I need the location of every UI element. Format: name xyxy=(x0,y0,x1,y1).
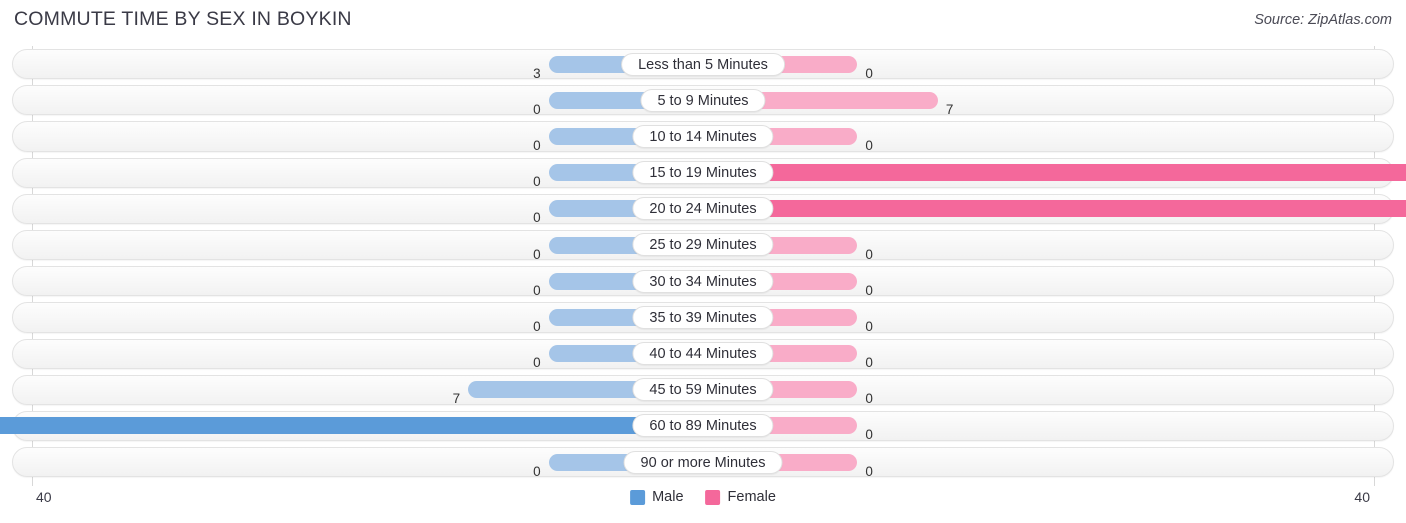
male-value-label: 0 xyxy=(533,210,541,226)
row-bars: 0 0 30 to 34 Minutes xyxy=(32,263,1374,299)
category-label: 45 to 59 Minutes xyxy=(632,378,774,402)
category-label: 60 to 89 Minutes xyxy=(632,414,774,438)
female-value-label: 7 xyxy=(945,101,954,117)
row-bars: 0 0 35 to 39 Minutes xyxy=(32,299,1374,335)
bar-row: 0 0 10 to 14 Minutes xyxy=(0,118,1406,154)
female-half: 35 xyxy=(703,200,1406,218)
axis-tick-right: 40 xyxy=(1354,489,1370,505)
female-value-label: 0 xyxy=(865,282,873,298)
row-bars: 3 0 Less than 5 Minutes xyxy=(32,46,1374,82)
category-label: 15 to 19 Minutes xyxy=(632,161,774,185)
female-value-label: 0 xyxy=(865,355,873,371)
male-value-label: 0 xyxy=(533,174,541,190)
category-label: 90 or more Minutes xyxy=(623,450,783,474)
male-value-label: 7 xyxy=(452,391,461,407)
bar-row: 25 0 60 to 89 Minutes xyxy=(0,408,1406,444)
bar-row: 7 0 45 to 59 Minutes xyxy=(0,372,1406,408)
female-value-label: 0 xyxy=(865,65,873,81)
category-label: 10 to 14 Minutes xyxy=(632,124,774,148)
male-value-label: 0 xyxy=(533,101,541,117)
male-value-label: 3 xyxy=(533,65,541,81)
bar-row: 0 3520 to 24 Minutes xyxy=(0,191,1406,227)
row-bars: 0 7 5 to 9 Minutes xyxy=(32,82,1374,118)
row-bars: 7 0 45 to 59 Minutes xyxy=(32,372,1374,408)
row-bars: 0 3520 to 24 Minutes xyxy=(32,191,1406,227)
female-bar xyxy=(703,164,1406,182)
legend-item-female[interactable]: Female xyxy=(705,489,776,505)
bar-row: 0 0 40 to 44 Minutes xyxy=(0,336,1406,372)
male-value-label: 0 xyxy=(533,137,541,153)
male-bar xyxy=(0,417,703,435)
legend-swatch-icon xyxy=(705,489,721,505)
legend-label: Male xyxy=(652,489,684,505)
row-bars: 0 0 40 to 44 Minutes xyxy=(32,336,1374,372)
category-label: 30 to 34 Minutes xyxy=(632,269,774,293)
bar-rows: 3 0 Less than 5 Minutes 0 7 5 to 9 Minutes 0 0 1… xyxy=(0,46,1406,480)
bar-row: 0 0 30 to 34 Minutes xyxy=(0,263,1406,299)
female-value-label: 0 xyxy=(865,137,873,153)
source-attribution: Source: ZipAtlas.com xyxy=(1254,12,1392,28)
legend: Male Female xyxy=(630,489,776,505)
legend-label: Female xyxy=(727,489,776,505)
female-value-label: 0 xyxy=(865,391,873,407)
chart-footer: 40 Male Female 40 xyxy=(0,486,1406,523)
bar-row: 3 0 Less than 5 Minutes xyxy=(0,46,1406,82)
female-value-label: 0 xyxy=(865,246,873,262)
bar-row: 0 0 25 to 29 Minutes xyxy=(0,227,1406,263)
row-bars: 0 2515 to 19 Minutes xyxy=(32,155,1406,191)
bar-row: 0 0 90 or more Minutes xyxy=(0,444,1406,480)
male-value-label: 0 xyxy=(533,282,541,298)
chart-header: COMMUTE TIME BY SEX IN BOYKIN Source: Zi… xyxy=(0,0,1406,42)
male-value-label: 0 xyxy=(533,463,541,479)
female-value-label: 0 xyxy=(865,318,873,334)
legend-swatch-icon xyxy=(630,489,646,505)
row-bars: 0 0 25 to 29 Minutes xyxy=(32,227,1374,263)
male-value-label: 0 xyxy=(533,246,541,262)
bar-row: 0 7 5 to 9 Minutes xyxy=(0,82,1406,118)
row-bars: 0 0 10 to 14 Minutes xyxy=(32,118,1374,154)
female-half: 25 xyxy=(703,164,1406,182)
male-half: 25 xyxy=(0,417,703,435)
plot-area: 3 0 Less than 5 Minutes 0 7 5 to 9 Minutes 0 0 1… xyxy=(0,46,1406,486)
legend-item-male[interactable]: Male xyxy=(630,489,684,505)
male-value-label: 0 xyxy=(533,318,541,334)
category-label: Less than 5 Minutes xyxy=(621,52,785,76)
bar-row: 0 0 35 to 39 Minutes xyxy=(0,299,1406,335)
chart-page: COMMUTE TIME BY SEX IN BOYKIN Source: Zi… xyxy=(0,0,1406,523)
page-title: COMMUTE TIME BY SEX IN BOYKIN xyxy=(14,8,352,30)
row-bars: 25 0 60 to 89 Minutes xyxy=(0,408,1374,444)
female-value-label: 0 xyxy=(865,427,873,443)
category-label: 35 to 39 Minutes xyxy=(632,305,774,329)
row-bars: 0 0 90 or more Minutes xyxy=(32,444,1374,480)
female-value-label: 0 xyxy=(865,463,873,479)
category-label: 40 to 44 Minutes xyxy=(632,342,774,365)
female-bar xyxy=(703,200,1406,218)
category-label: 25 to 29 Minutes xyxy=(632,233,774,257)
male-value-label: 0 xyxy=(533,355,541,371)
category-label: 20 to 24 Minutes xyxy=(632,197,774,221)
axis-tick-left: 40 xyxy=(36,489,52,505)
bar-row: 0 2515 to 19 Minutes xyxy=(0,155,1406,191)
category-label: 5 to 9 Minutes xyxy=(640,88,766,112)
